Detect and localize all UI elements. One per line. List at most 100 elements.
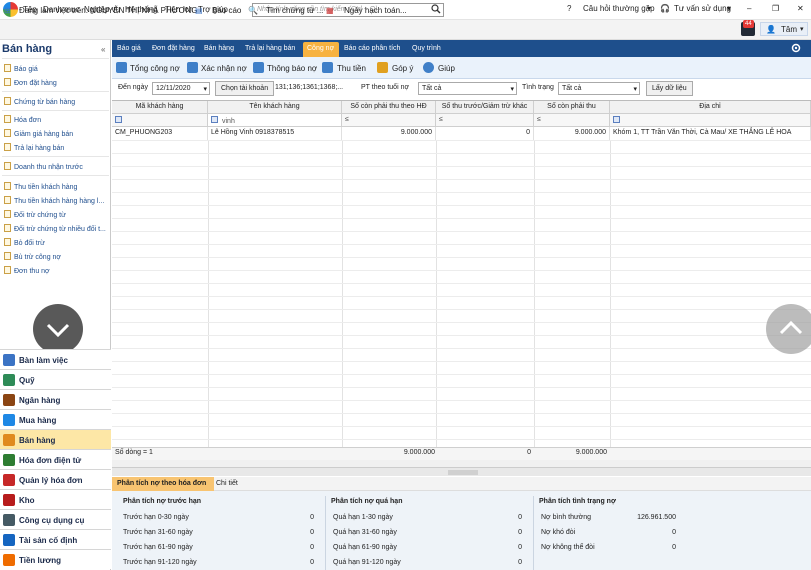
cell-receivable[interactable]: 9.000.000 <box>534 127 610 140</box>
load-data-button[interactable]: Lấy dữ liệu <box>646 81 693 96</box>
tab-detail[interactable]: Chi tiết <box>216 480 238 487</box>
aging-select[interactable]: Tất cả ▾ <box>418 82 517 95</box>
document-icon <box>4 97 11 105</box>
grid-row-line <box>112 426 811 427</box>
module-payroll[interactable]: Tiền lương <box>0 549 111 569</box>
help-button[interactable]: Giúp <box>438 64 455 73</box>
module-tools[interactable]: Công cụ dụng cụ <box>0 509 111 529</box>
sidebar-link-collect[interactable]: Thu tiền khách hàng <box>4 182 77 191</box>
filter-icon <box>613 116 620 123</box>
cell-address[interactable]: Khóm 1, TT Trần Văn Thời, Cà Mau/ XE THẮ… <box>610 127 811 140</box>
column-header-customer-code[interactable]: Mã khách hàng <box>112 101 208 114</box>
sidebar-link-order[interactable]: Đơn đặt hàng <box>4 78 57 87</box>
sidebar-link-net-debt[interactable]: Bù trừ công nợ <box>4 252 61 261</box>
tools-icon <box>3 514 15 526</box>
confirm-debt-button[interactable]: Xác nhận nợ <box>201 64 247 73</box>
module-invoice-mgmt[interactable]: Quản lý hóa đơn <box>0 469 111 489</box>
tab-debt[interactable]: Công nợ <box>307 45 334 52</box>
overdue-value: 0 <box>518 529 522 536</box>
tab-sales[interactable]: Bán hàng <box>204 45 234 52</box>
sidebar-link-offset[interactable]: Đối trừ chứng từ <box>4 210 66 219</box>
filter-customer-code[interactable] <box>112 114 208 127</box>
collect-icon <box>322 62 333 73</box>
feedback-button[interactable]: Góp ý <box>392 64 413 73</box>
tab-analytics[interactable]: Báo cáo phân tích <box>344 45 400 52</box>
sidebar-link-discount[interactable]: Giảm giá hàng bán <box>4 129 73 138</box>
horizontal-scrollbar[interactable] <box>112 460 811 468</box>
module-einvoice[interactable]: Hóa đơn điện tử <box>0 449 111 469</box>
accounting-date-button[interactable]: Ngày hạch toán... <box>344 6 407 15</box>
sidebar-link-quote[interactable]: Báo giá <box>4 64 38 73</box>
collect-button[interactable]: Thu tiền <box>337 64 366 73</box>
module-sales[interactable]: Bán hàng <box>0 429 111 449</box>
column-header-prepaid[interactable]: Số thu trước/Giảm trừ khác <box>436 101 534 114</box>
scroll-down-button[interactable] <box>33 304 83 354</box>
tab-order[interactable]: Đơn đặt hàng <box>152 45 195 52</box>
chevron-down-icon[interactable]: ▾ <box>647 4 651 13</box>
close-icon[interactable]: ✕ <box>797 4 804 13</box>
tab-return[interactable]: Trả lại hàng bán <box>245 45 295 52</box>
module-dashboard[interactable]: Bàn làm việc <box>0 349 111 369</box>
restore-icon[interactable]: ❐ <box>772 4 779 13</box>
filter-receivable[interactable]: ≤ <box>534 114 610 127</box>
headset-icon[interactable]: 🎧 <box>660 4 670 13</box>
document-icon <box>4 210 11 218</box>
filter-prepaid[interactable]: ≤ <box>436 114 534 127</box>
sidebar-link-prepaid[interactable]: Doanh thu nhận trước <box>4 162 83 171</box>
sidebar-link-return[interactable]: Trả lại hàng bán <box>4 143 64 152</box>
tab-quote[interactable]: Báo giá <box>117 45 141 52</box>
user-icon: 👤 <box>766 25 776 34</box>
report-button[interactable]: Báo cáo <box>212 6 241 15</box>
sidebar-link-sales-voucher[interactable]: Chứng từ bán hàng <box>4 97 75 106</box>
cell-receivable-invoice[interactable]: 9.000.000 <box>342 127 436 140</box>
module-cash[interactable]: Quỹ <box>0 369 111 389</box>
tab-process[interactable]: Quy trình <box>412 45 441 52</box>
support-link[interactable]: Tư vấn sử dụng <box>674 4 731 13</box>
filter-receivable-invoice[interactable]: ≤ <box>342 114 436 127</box>
sidebar-link-invoice[interactable]: Hóa đơn <box>4 115 41 124</box>
chevron-down-icon[interactable]: ▾ <box>800 25 804 33</box>
header-label: Số còn phải thu theo HĐ <box>350 103 427 110</box>
column-header-customer-name[interactable]: Tên khách hàng <box>208 101 342 114</box>
filter-address[interactable] <box>610 114 811 127</box>
debt-status-label: Nợ bình thường <box>541 514 592 521</box>
grid-row-line <box>112 218 811 219</box>
search-icon[interactable] <box>431 4 441 14</box>
find-voucher-button[interactable]: Tìm chứng từ ... <box>266 6 323 15</box>
header-label: Số còn phải thu <box>547 103 596 110</box>
filter-customer-name[interactable]: vinh <box>208 114 342 127</box>
module-assets[interactable]: Tài sản cố định <box>0 529 111 549</box>
chevron-down-icon[interactable]: ▾ <box>727 4 731 13</box>
help-circle-icon[interactable]: ? <box>567 4 571 13</box>
notify-debt-button[interactable]: Thông báo nợ <box>267 64 317 73</box>
date-field[interactable]: 12/11/2020 ▾ <box>152 82 210 95</box>
column-header-address[interactable]: Địa chỉ <box>610 101 811 114</box>
splitter-handle[interactable] <box>448 470 478 475</box>
module-bank[interactable]: Ngân hàng <box>0 389 111 409</box>
module-warehouse[interactable]: Kho <box>0 489 111 509</box>
total-debt-button[interactable]: Tổng công nợ <box>130 64 180 73</box>
column-header-receivable-invoice[interactable]: Số còn phải thu theo HĐ <box>342 101 436 114</box>
faq-link[interactable]: Câu hỏi thường gặp <box>583 4 655 13</box>
scroll-up-button[interactable] <box>766 304 811 354</box>
cell-customer-code[interactable]: CM_PHUONG203 <box>112 127 208 140</box>
header-label: Mã khách hàng <box>135 103 184 110</box>
choose-account-button[interactable]: Chọn tài khoản <box>215 81 275 96</box>
tab-invoice-debt-analysis[interactable]: Phân tích nợ theo hóa đơn <box>112 477 214 491</box>
collapse-icon[interactable]: « <box>101 45 105 54</box>
cell-prepaid[interactable]: 0 <box>436 127 534 140</box>
column-header-receivable[interactable]: Số còn phải thu <box>534 101 610 114</box>
minimize-icon[interactable]: – <box>747 4 751 13</box>
sidebar-link-offset-multi[interactable]: Đối trừ chứng từ nhiều đối t... <box>4 224 106 233</box>
module-label: Bàn làm việc <box>19 356 68 365</box>
module-purchase[interactable]: Mua hàng <box>0 409 111 429</box>
status-select[interactable]: Tất cả ▾ <box>558 82 640 95</box>
sidebar-link-debt-order[interactable]: Đơn thu nợ <box>4 266 50 275</box>
cell-customer-name[interactable]: Lê Hồng Vinh 0918378515 <box>208 127 342 140</box>
debt-status-value: 0 <box>672 529 676 536</box>
sidebar-link-collect-batch[interactable]: Thu tiền khách hàng hàng l... <box>4 196 104 205</box>
sidebar-link-undo-offset[interactable]: Bỏ đối trừ <box>4 238 45 247</box>
grid-row-line <box>112 244 811 245</box>
gear-icon[interactable] <box>790 42 802 54</box>
debt-status-value: 126.961.500 <box>637 514 676 521</box>
